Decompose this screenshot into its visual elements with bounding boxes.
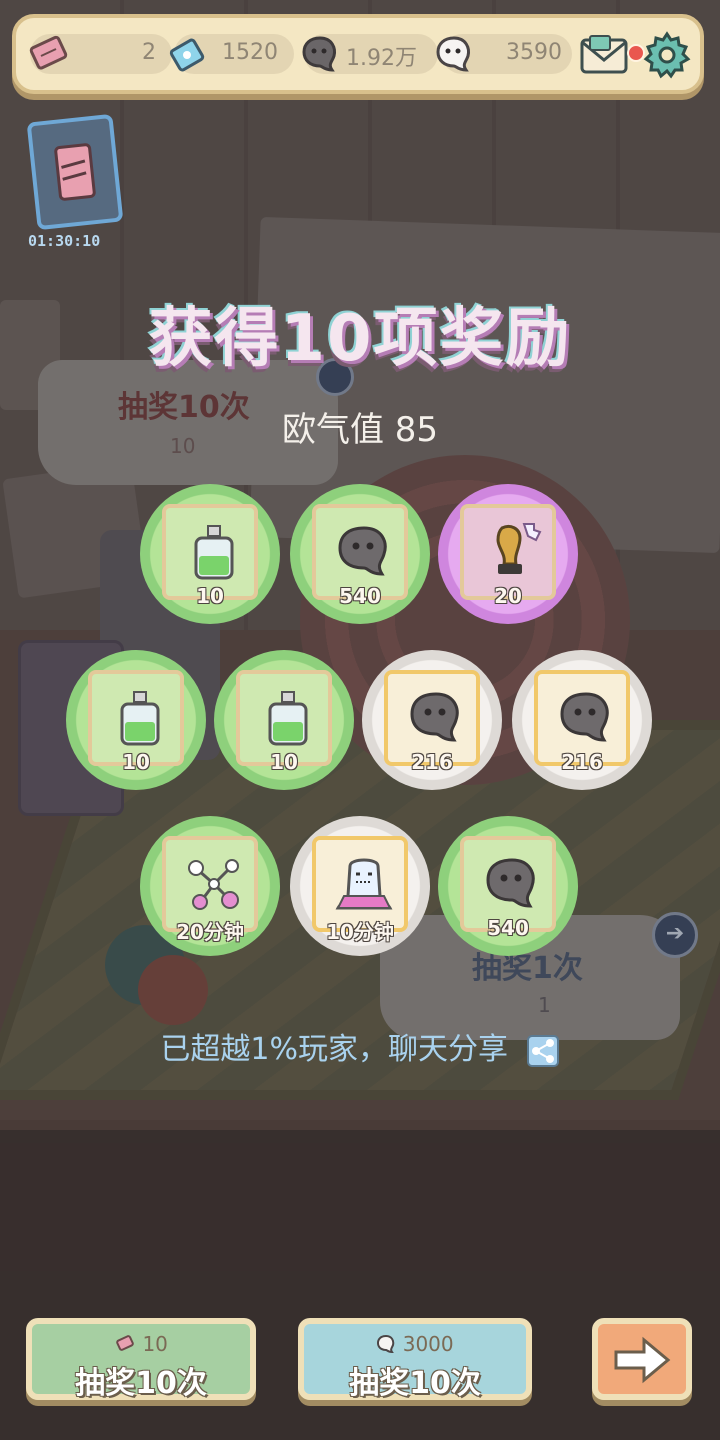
dark-soul-icon — [560, 692, 609, 742]
draw10-ticket-label: 抽奖10次 — [75, 1366, 207, 1401]
reward-count: 20 — [494, 584, 522, 608]
reward-count: 10 — [270, 750, 298, 774]
potion-bottle-icon — [194, 525, 234, 580]
draw10-soul-label: 抽奖10次 — [349, 1366, 481, 1401]
reward-item[interactable]: 20 — [438, 484, 578, 624]
reward-item[interactable]: 216 — [362, 650, 502, 790]
dark-soul-icon — [338, 526, 387, 576]
reward-count: 10 — [196, 584, 224, 608]
reward-item[interactable]: 540 — [438, 816, 578, 956]
reward-item[interactable]: 216 — [512, 650, 652, 790]
draw10-ticket-cost-value: 10 — [142, 1332, 168, 1356]
dark-soul-icon — [302, 36, 336, 72]
reward-item[interactable]: 20分钟 — [140, 816, 280, 956]
draw10-ticket-cost: 10 — [32, 1332, 250, 1356]
mail-icon[interactable] — [578, 32, 630, 78]
potion-bottle-icon — [268, 691, 308, 746]
share-text[interactable]: 已超越1%玩家，聊天分享 — [160, 1032, 508, 1067]
ticket-icon — [54, 143, 96, 201]
ghost-soul-icon — [436, 36, 470, 72]
reward-item[interactable]: 540 — [290, 484, 430, 624]
event-timer: 01:30:10 — [28, 232, 101, 250]
dark-soul-icon — [486, 858, 535, 908]
crystal-icon — [169, 38, 205, 72]
dark-soul-icon — [410, 692, 459, 742]
potion-bottle-icon — [120, 691, 160, 746]
reward-item[interactable]: 10 — [66, 650, 206, 790]
golden-trophy-fragment-icon — [496, 523, 542, 574]
reward-item[interactable]: 10 — [214, 650, 354, 790]
share-row[interactable]: 已超越1%玩家，聊天分享 — [0, 1024, 720, 1068]
draw10-soul-cost-value: 3000 — [402, 1332, 454, 1356]
reward-count: 540 — [487, 916, 529, 940]
reward-title: 获得10项奖励 — [148, 302, 572, 376]
molecule-booster-icon — [188, 859, 239, 910]
reward-count: 20分钟 — [176, 920, 244, 944]
ticket-icon — [29, 35, 68, 70]
event-ticket-card — [26, 113, 124, 231]
reward-item[interactable]: 10 — [140, 484, 280, 624]
draw10-soul-button[interactable]: 3000 抽奖10次 — [298, 1318, 532, 1401]
draw10-soul-cost: 3000 — [304, 1332, 526, 1356]
dark-soul-count: 1.92万 — [346, 46, 417, 71]
share-icon[interactable] — [526, 1034, 560, 1068]
draw10-ticket-button[interactable]: 10 抽奖10次 — [26, 1318, 256, 1401]
reward-count: 10分钟 — [326, 920, 394, 944]
ticket-icon — [116, 1335, 134, 1351]
reward-count: 216 — [411, 750, 453, 774]
luck-label: 欧气值 — [281, 410, 384, 450]
reward-count: 216 — [561, 750, 603, 774]
crystal-count: 1520 — [222, 40, 278, 65]
ticket-count: 2 — [142, 40, 156, 65]
arrow-right-icon — [614, 1336, 671, 1384]
reward-count: 10 — [122, 750, 150, 774]
luck-number: 85 — [394, 410, 439, 450]
reward-count: 540 — [339, 584, 381, 608]
next-button[interactable] — [592, 1318, 692, 1400]
gear-icon[interactable] — [642, 30, 692, 80]
reward-item[interactable]: 10分钟 — [290, 816, 430, 956]
currency-bar: 2 1520 1.92万 3590 — [12, 14, 704, 94]
ghost-booster-icon — [335, 858, 393, 910]
event-card-button[interactable] — [26, 113, 128, 236]
ghost-soul-icon — [377, 1334, 395, 1354]
luck-value: 欧气值 85 — [0, 402, 720, 451]
light-soul-count: 3590 — [506, 40, 562, 65]
